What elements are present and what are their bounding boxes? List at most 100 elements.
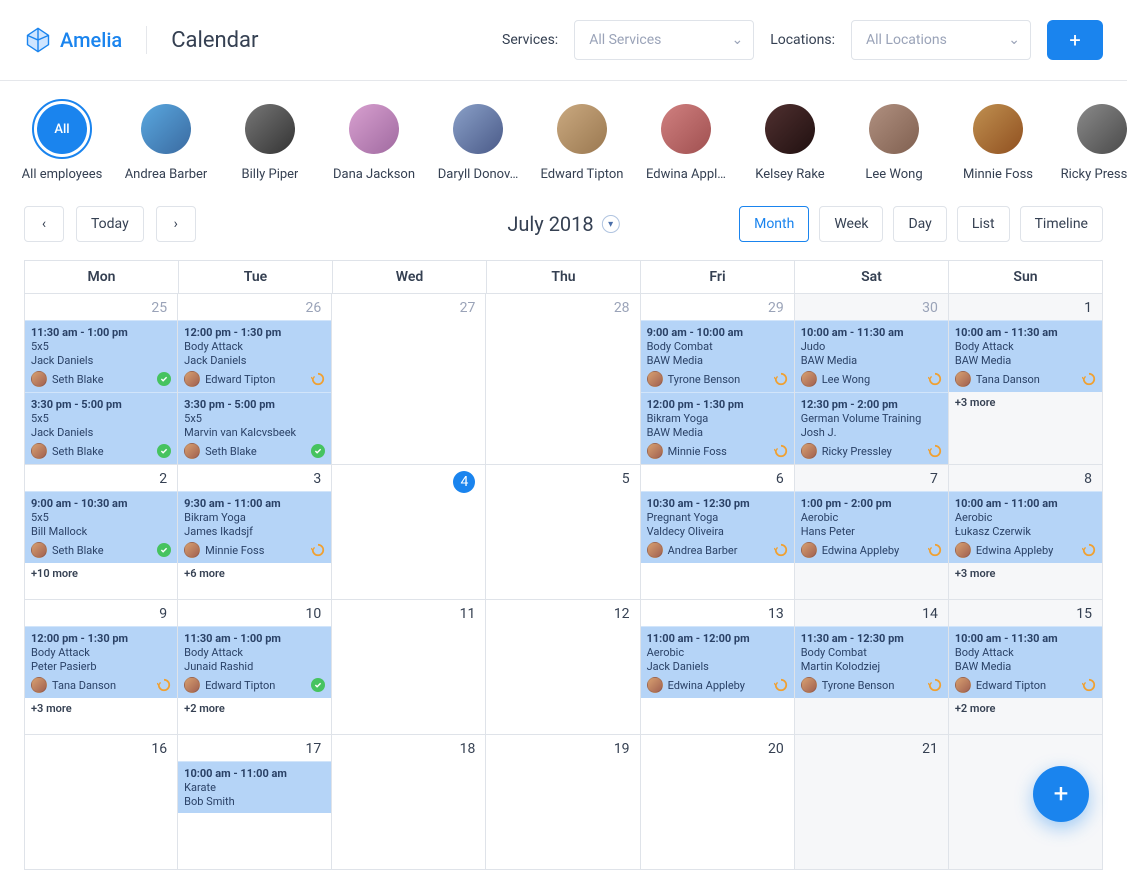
add-button[interactable]: +	[1047, 20, 1103, 60]
calendar-event[interactable]: 10:00 am - 11:30 amBody AttackBAW MediaT…	[949, 320, 1102, 392]
employee-filter-dana[interactable]: Dana Jackson	[336, 99, 412, 182]
employee-filter-minnie[interactable]: Minnie Foss	[960, 99, 1036, 182]
calendar-event[interactable]: 11:00 am - 12:00 pmAerobicJack DanielsEd…	[641, 626, 794, 698]
calendar-cell[interactable]: 28	[486, 294, 640, 465]
event-subtitle: Peter Pasierb	[31, 660, 171, 673]
employee-filter-daryll[interactable]: Daryll Donov…	[440, 99, 516, 182]
calendar-cell[interactable]: 1510:00 am - 11:30 amBody AttackBAW Medi…	[949, 600, 1103, 735]
calendar-event[interactable]: 12:30 pm - 2:00 pmGerman Volume Training…	[795, 392, 948, 464]
employee-filter-all[interactable]: AllAll employees	[24, 99, 100, 182]
view-tab-timeline[interactable]: Timeline	[1020, 206, 1103, 242]
view-tab-month[interactable]: Month	[739, 206, 809, 242]
date-number: 3	[178, 465, 331, 491]
calendar-event[interactable]: 10:00 am - 11:30 amJudoBAW MediaLee Wong	[795, 320, 948, 392]
calendar-cell[interactable]: 39:30 am - 11:00 amBikram YogaJames Ikad…	[178, 465, 332, 600]
services-select[interactable]: All Services ⌄	[574, 20, 754, 60]
calendar-cell[interactable]: 610:30 am - 12:30 pmPregnant YogaValdecy…	[641, 465, 795, 600]
event-employee: Edwina Appleby	[668, 679, 745, 692]
calendar-cell[interactable]: 1710:00 am - 11:00 amKarateBob Smith	[178, 735, 332, 870]
view-tab-list[interactable]: List	[957, 206, 1010, 242]
calendar-cell[interactable]: 810:00 am - 11:00 amAerobicŁukasz Czerwi…	[949, 465, 1103, 600]
today-button[interactable]: Today	[76, 206, 144, 242]
calendar-event[interactable]: 12:00 pm - 1:30 pmBody AttackJack Daniel…	[178, 320, 331, 392]
calendar-cell[interactable]: 1311:00 am - 12:00 pmAerobicJack Daniels…	[641, 600, 795, 735]
calendar-cell[interactable]: 18	[332, 735, 486, 870]
calendar-event[interactable]: 3:30 pm - 5:00 pm5x5Marvin van Kalcvsbee…	[178, 392, 331, 464]
calendar-cell[interactable]: 2511:30 am - 1:00 pm5x5Jack DanielsSeth …	[24, 294, 178, 465]
fab-add-button[interactable]: +	[1033, 766, 1089, 822]
calendar-cell[interactable]: 3010:00 am - 11:30 amJudoBAW MediaLee Wo…	[795, 294, 949, 465]
next-button[interactable]: ›	[156, 206, 196, 242]
month-label[interactable]: July 2018 ▾	[507, 212, 619, 236]
event-subtitle: Martin Kolodziej	[801, 660, 942, 673]
calendar-event[interactable]: 12:00 pm - 1:30 pmBody AttackPeter Pasie…	[25, 626, 177, 698]
calendar-event[interactable]: 9:30 am - 11:00 amBikram YogaJames Ikads…	[178, 491, 331, 563]
status-pending-icon	[774, 678, 788, 692]
calendar-event[interactable]: 10:30 am - 12:30 pmPregnant YogaValdecy …	[641, 491, 794, 563]
calendar-cell[interactable]: 20	[641, 735, 795, 870]
employee-name: Edward Tipton	[541, 167, 624, 182]
calendar-event[interactable]: 3:30 pm - 5:00 pm5x5Jack DanielsSeth Bla…	[25, 392, 177, 464]
calendar-event[interactable]: 12:00 pm - 1:30 pmBikram YogaBAW MediaMi…	[641, 392, 794, 464]
calendar-cell[interactable]: 16	[24, 735, 178, 870]
calendar-event[interactable]: 9:00 am - 10:30 am5x5Bill MallockSeth Bl…	[25, 491, 177, 563]
more-events-link[interactable]: +2 more	[949, 698, 1102, 719]
calendar-cell[interactable]: 110:00 am - 11:30 amBody AttackBAW Media…	[949, 294, 1103, 465]
calendar-cell[interactable]: 912:00 pm - 1:30 pmBody AttackPeter Pasi…	[24, 600, 178, 735]
event-time: 1:00 pm - 2:00 pm	[801, 497, 942, 510]
event-title: German Volume Training	[801, 412, 942, 425]
calendar-cell[interactable]: 21	[795, 735, 949, 870]
more-events-link[interactable]: +3 more	[25, 698, 177, 719]
calendar-event[interactable]: 11:30 am - 1:00 pmBody AttackJunaid Rash…	[178, 626, 331, 698]
calendar-cell[interactable]: 27	[332, 294, 486, 465]
calendar-event[interactable]: 10:00 am - 11:00 amAerobicŁukasz Czerwik…	[949, 491, 1102, 563]
employee-filter-ricky[interactable]: Ricky Pressley	[1064, 99, 1127, 182]
event-title: Aerobic	[801, 511, 942, 524]
calendar-cell[interactable]: 4	[332, 465, 486, 600]
avatar	[557, 104, 607, 154]
calendar-event[interactable]: 9:00 am - 10:00 amBody CombatBAW MediaTy…	[641, 320, 794, 392]
calendar-cell[interactable]: 5	[486, 465, 640, 600]
logo[interactable]: Amelia	[24, 26, 147, 54]
event-employee: Edwina Appleby	[976, 544, 1053, 557]
calendar-event[interactable]: 1:00 pm - 2:00 pmAerobicHans PeterEdwina…	[795, 491, 948, 563]
event-employee: Tyrone Benson	[668, 373, 741, 386]
locations-select[interactable]: All Locations ⌄	[851, 20, 1031, 60]
calendar-cell[interactable]: 12	[486, 600, 640, 735]
calendar-event[interactable]: 11:30 am - 12:30 pmBody CombatMartin Kol…	[795, 626, 948, 698]
calendar-cell[interactable]: 29:00 am - 10:30 am5x5Bill MallockSeth B…	[24, 465, 178, 600]
more-events-link[interactable]: +3 more	[949, 563, 1102, 584]
event-time: 9:00 am - 10:00 am	[647, 326, 788, 339]
event-title: Pregnant Yoga	[647, 511, 788, 524]
event-subtitle: Josh J.	[801, 426, 942, 439]
employee-filter-lee[interactable]: Lee Wong	[856, 99, 932, 182]
calendar-cell[interactable]: 299:00 am - 10:00 amBody CombatBAW Media…	[641, 294, 795, 465]
view-tab-week[interactable]: Week	[819, 206, 883, 242]
calendar-cell[interactable]: 11	[332, 600, 486, 735]
calendar-cell[interactable]: 1011:30 am - 1:00 pmBody AttackJunaid Ra…	[178, 600, 332, 735]
view-tab-day[interactable]: Day	[893, 206, 946, 242]
event-title: Bikram Yoga	[647, 412, 788, 425]
calendar-event[interactable]: 10:00 am - 11:30 amBody AttackBAW MediaE…	[949, 626, 1102, 698]
employee-filter-edwina[interactable]: Edwina Appl…	[648, 99, 724, 182]
day-header: Sun	[949, 261, 1103, 294]
calendar-cell[interactable]: 19	[486, 735, 640, 870]
more-events-link[interactable]: +6 more	[178, 563, 331, 584]
employee-filter-kelsey[interactable]: Kelsey Rake	[752, 99, 828, 182]
status-approved-icon	[157, 444, 171, 458]
calendar-event[interactable]: 10:00 am - 11:00 amKarateBob Smith	[178, 761, 331, 813]
avatar	[801, 542, 817, 558]
more-events-link[interactable]: +2 more	[178, 698, 331, 719]
calendar-cell[interactable]: 71:00 pm - 2:00 pmAerobicHans PeterEdwin…	[795, 465, 949, 600]
calendar-cell[interactable]: 1411:30 am - 12:30 pmBody CombatMartin K…	[795, 600, 949, 735]
prev-button[interactable]: ‹	[24, 206, 64, 242]
more-events-link[interactable]: +3 more	[949, 392, 1102, 413]
calendar-cell[interactable]: 2612:00 pm - 1:30 pmBody AttackJack Dani…	[178, 294, 332, 465]
employee-filter-edward[interactable]: Edward Tipton	[544, 99, 620, 182]
calendar-event[interactable]: 11:30 am - 1:00 pm5x5Jack DanielsSeth Bl…	[25, 320, 177, 392]
employee-filter-andrea[interactable]: Andrea Barber	[128, 99, 204, 182]
employee-filter-billy[interactable]: Billy Piper	[232, 99, 308, 182]
avatar	[647, 443, 663, 459]
event-employee: Seth Blake	[205, 445, 257, 458]
more-events-link[interactable]: +10 more	[25, 563, 177, 584]
